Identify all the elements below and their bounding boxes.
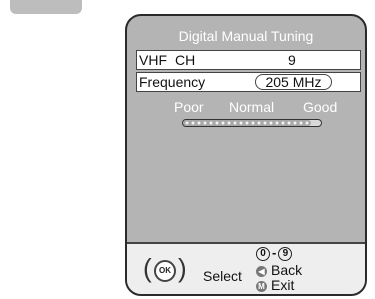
frequency-value[interactable]: 205 MHz [255,74,332,90]
channel-value: 9 [288,52,296,68]
exit-hint: M Exit [256,277,294,293]
left-arrow-icon: ( [143,253,152,283]
corner-tab [10,0,82,14]
menu-title: Digital Manual Tuning [178,28,314,44]
back-label: Back [271,262,303,278]
right-arrow-icon: ) [178,253,187,283]
signal-strength-bar [182,119,322,127]
number-0-key-icon: 0 [256,246,270,261]
select-label: Select [203,268,242,284]
back-arrow-icon: ◀ [256,265,267,277]
footer-help-bar: ( OK ) Select 0-9 ◀ Back M Exit [127,242,365,294]
number-range-separator: - [272,245,277,260]
signal-label-normal: Normal [229,99,275,115]
digital-manual-tuning-menu: Digital Manual Tuning VHF CH 9 Frequency… [125,14,367,296]
ok-button-icon: OK [154,260,176,282]
back-hint: ◀ Back [256,262,302,278]
number-9-key-icon: 9 [278,246,293,261]
channel-label: CH [175,52,196,68]
signal-strength-fill [183,120,312,126]
frequency-row[interactable]: Frequency 205 MHz [136,72,361,92]
number-keys-hint: 0-9 [256,245,293,261]
signal-label-good: Good [303,99,338,115]
channel-row[interactable]: VHF CH 9 [136,50,361,70]
menu-m-icon: M [256,280,267,292]
exit-label: Exit [271,277,295,293]
frequency-label: Frequency [139,74,206,90]
channel-band: VHF [139,52,167,68]
ok-navigation-control: ( OK ) [143,254,187,286]
signal-label-poor: Poor [174,99,204,115]
